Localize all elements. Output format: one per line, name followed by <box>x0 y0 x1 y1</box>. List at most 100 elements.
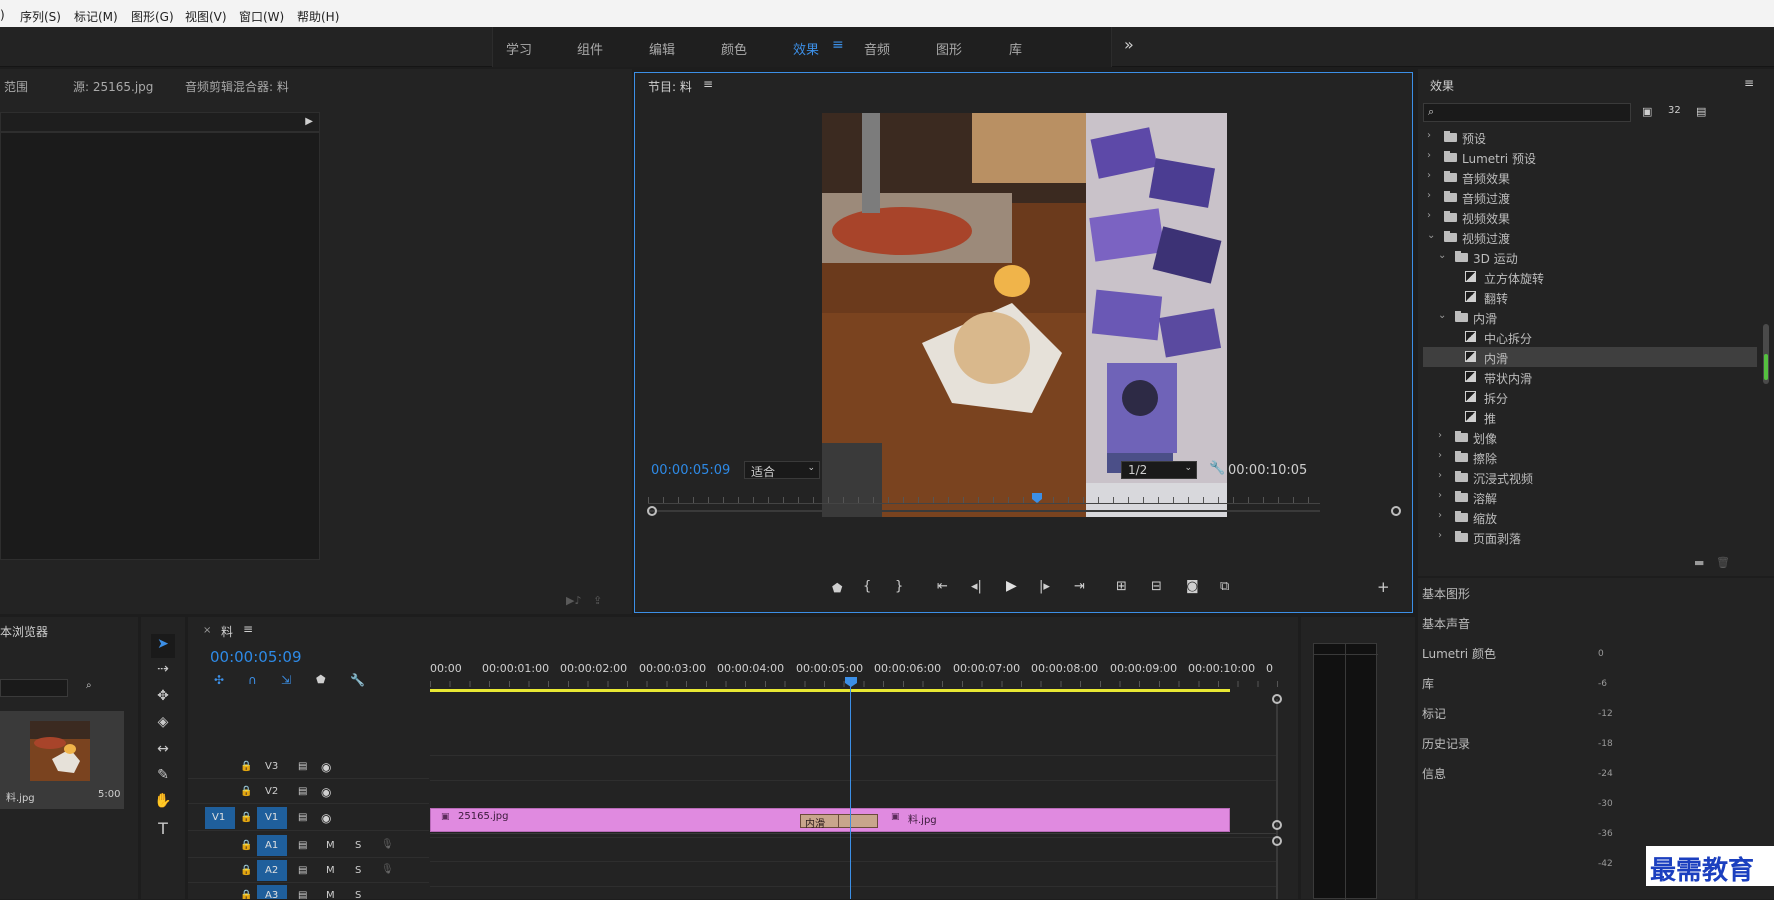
zoom-handle-left[interactable] <box>647 506 657 516</box>
effects-folder[interactable]: › 擦除 <box>1423 447 1757 467</box>
zoom-scroll-bar[interactable] <box>648 510 1320 512</box>
sync-lock-icon[interactable]: ▤ <box>298 786 307 797</box>
effects-folder[interactable]: › 溶解 <box>1423 487 1757 507</box>
chevron-down-icon[interactable]: ⌄ <box>1438 310 1446 321</box>
panel-menu-icon[interactable]: ≡ <box>1744 76 1754 90</box>
menu-marker[interactable]: 标记(M) <box>74 8 118 25</box>
sync-lock-icon[interactable]: ▤ <box>298 812 307 823</box>
effects-folder[interactable]: › 音频效果 <box>1423 167 1757 187</box>
program-title[interactable]: 节目: 料 <box>648 78 692 95</box>
go-to-out-icon[interactable]: ⇥ <box>1074 579 1085 594</box>
tab-assembly[interactable]: 组件 <box>577 39 603 58</box>
mark-out-icon[interactable]: } <box>895 579 903 594</box>
timeline-ruler[interactable] <box>430 655 1280 695</box>
effects-search-input[interactable]: ⌕ <box>1423 103 1631 122</box>
effect-item[interactable]: 翻转 <box>1423 287 1757 307</box>
chevron-right-icon[interactable]: › <box>1438 470 1442 481</box>
panel-libraries[interactable]: 库 <box>1422 675 1434 692</box>
resolution-select[interactable]: 1/2 ⌄ <box>1121 461 1197 479</box>
effect-item[interactable]: 带状内滑 <box>1423 367 1757 387</box>
close-tab-icon[interactable]: × <box>203 625 211 636</box>
chevron-right-icon[interactable]: › <box>1427 170 1431 181</box>
eye-icon[interactable]: ◉ <box>321 811 331 825</box>
more-workspaces-icon[interactable]: » <box>1124 35 1134 54</box>
snap-magnet-icon[interactable]: ∩ <box>248 673 257 687</box>
fit-select[interactable]: 适合 ⌄ <box>744 461 820 479</box>
mute-button[interactable]: M <box>326 840 335 851</box>
chevron-right-icon[interactable]: › <box>1438 490 1442 501</box>
work-area-bar[interactable] <box>430 689 1230 692</box>
mute-button[interactable]: M <box>326 890 335 899</box>
32bit-effects-icon[interactable]: 32 <box>1668 105 1681 116</box>
sync-lock-icon[interactable]: ▤ <box>298 761 307 772</box>
chevron-right-icon[interactable]: › <box>1427 150 1431 161</box>
menu-sequence[interactable]: 序列(S) <box>20 8 61 25</box>
track-select-tool-icon[interactable]: ⇢ <box>153 661 173 677</box>
tab-color[interactable]: 颜色 <box>721 39 747 58</box>
lock-icon[interactable]: 🔒 <box>240 890 252 899</box>
vscroll-handle-mid[interactable] <box>1272 820 1282 830</box>
menu-help[interactable]: 帮助(H) <box>297 8 339 25</box>
settings-wrench-icon[interactable]: 🔧 <box>1209 461 1225 476</box>
pen-tool-icon[interactable]: ✎ <box>153 767 173 783</box>
camera-icon[interactable]: ◙ <box>1186 579 1199 594</box>
microphone-icon[interactable]: 🎙 <box>381 839 394 850</box>
selection-tool-icon[interactable]: ➤ <box>153 636 173 652</box>
add-button-icon[interactable]: + <box>1377 578 1390 596</box>
effect-item[interactable]: 拆分 <box>1423 387 1757 407</box>
chevron-right-icon[interactable]: › <box>1438 430 1442 441</box>
timeline-vscroll[interactable] <box>1276 699 1278 899</box>
effects-menu-icon[interactable]: ≡ <box>832 37 844 53</box>
lift-icon[interactable]: ⊞ <box>1116 579 1127 594</box>
sync-lock-icon[interactable]: ▤ <box>298 865 307 876</box>
chevron-right-icon[interactable]: › <box>1427 130 1431 141</box>
track-label-v2[interactable]: V2 <box>265 786 278 797</box>
solo-button[interactable]: S <box>355 840 361 851</box>
play-icon[interactable]: ▶ <box>1006 578 1017 594</box>
monitor-time-ruler[interactable] <box>648 493 1320 507</box>
timeline-settings-icon[interactable]: 🔧 <box>350 673 365 687</box>
linked-selection-icon[interactable]: ⇲ <box>281 673 291 687</box>
solo-button[interactable]: S <box>355 890 361 899</box>
yuv-effects-icon[interactable]: ▤ <box>1696 105 1706 118</box>
go-to-in-icon[interactable]: ⇤ <box>937 579 948 594</box>
export-icon[interactable]: ⇪ <box>593 594 602 607</box>
tab-learn[interactable]: 学习 <box>506 39 532 58</box>
step-back-icon[interactable]: ◂| <box>971 579 982 594</box>
chevron-right-icon[interactable]: › <box>1427 210 1431 221</box>
clip-b[interactable]: ▣ 料.jpg <box>885 808 1230 832</box>
menu-graphics[interactable]: 图形(G) <box>131 8 174 25</box>
lock-icon[interactable]: 🔒 <box>240 786 252 797</box>
chevron-down-icon[interactable]: ⌄ <box>1427 230 1435 241</box>
tab-graphics[interactable]: 图形 <box>936 39 962 58</box>
accelerated-effects-icon[interactable]: ▣ <box>1642 105 1652 118</box>
tab-effects[interactable]: 效果 <box>793 39 819 58</box>
effect-item[interactable]: 推 <box>1423 407 1757 427</box>
mute-button[interactable]: M <box>326 865 335 876</box>
effect-item[interactable]: 立方体旋转 <box>1423 267 1757 287</box>
lock-icon[interactable]: 🔒 <box>240 812 252 823</box>
lock-icon[interactable]: 🔒 <box>240 761 252 772</box>
sequence-tab[interactable]: 料 <box>221 623 233 640</box>
effects-folder[interactable]: › 划像 <box>1423 427 1757 447</box>
delete-icon[interactable]: 🗑 <box>1716 556 1730 569</box>
tab-editing[interactable]: 编辑 <box>649 39 675 58</box>
effects-folder[interactable]: › 音频过渡 <box>1423 187 1757 207</box>
hand-tool-icon[interactable]: ✋ <box>153 793 173 809</box>
effects-folder[interactable]: ⌄ 3D 运动 <box>1423 247 1757 267</box>
chevron-right-icon[interactable]: › <box>1438 530 1442 541</box>
tab-libraries[interactable]: 库 <box>1009 39 1022 58</box>
effect-item[interactable]: 中心拆分 <box>1423 327 1757 347</box>
eye-icon[interactable]: ◉ <box>321 785 331 799</box>
track-label-v3[interactable]: V3 <box>265 761 278 772</box>
effects-folder[interactable]: › 视频效果 <box>1423 207 1757 227</box>
nest-icon[interactable]: ✣ <box>214 673 224 687</box>
playhead-timecode[interactable]: 00:00:05:09 <box>651 463 730 478</box>
track-target-a2[interactable]: A2 <box>257 860 287 881</box>
transition-block[interactable]: 内滑 <box>800 814 878 830</box>
zoom-handle-right[interactable] <box>1391 506 1401 516</box>
panel-menu-icon[interactable]: ≡ <box>703 77 713 91</box>
effects-folder[interactable]: › 预设 <box>1423 127 1757 147</box>
effects-folder[interactable]: › 沉浸式视频 <box>1423 467 1757 487</box>
add-marker-icon[interactable]: ⬟ <box>316 673 326 686</box>
